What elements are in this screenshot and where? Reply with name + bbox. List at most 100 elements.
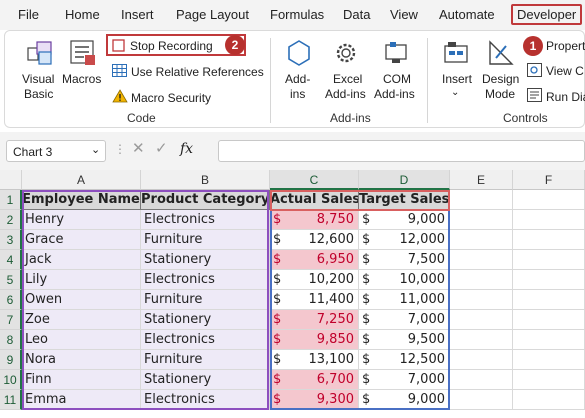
empty-cell[interactable] [513,290,585,310]
actual-sales-cell[interactable]: $9,300 [270,390,359,410]
employee-name-cell[interactable]: Grace [22,230,141,250]
table-header-cell[interactable]: Actual Sales [270,190,359,210]
excel-add-ins-label-1[interactable]: Excel [333,72,362,86]
row-header[interactable]: 10 [0,370,22,390]
relative-references-icon[interactable] [112,64,127,80]
empty-cell[interactable] [450,250,513,270]
row-header[interactable]: 3 [0,230,22,250]
row-header[interactable]: 1 [0,190,22,210]
actual-sales-cell[interactable]: $9,850 [270,330,359,350]
target-sales-cell[interactable]: $10,000 [359,270,450,290]
target-sales-cell[interactable]: $7,500 [359,250,450,270]
stop-recording-button[interactable]: Stop Recording [130,39,213,53]
tab-home[interactable]: Home [65,7,100,22]
product-category-cell[interactable]: Stationery [141,310,270,330]
target-sales-cell[interactable]: $11,000 [359,290,450,310]
formula-input[interactable] [218,140,585,162]
visual-basic-label-1[interactable]: Visual [22,72,54,86]
tab-formulas[interactable]: Formulas [270,7,324,22]
actual-sales-cell[interactable]: $6,950 [270,250,359,270]
visual-basic-icon[interactable] [25,38,55,71]
employee-name-cell[interactable]: Nora [22,350,141,370]
warning-icon[interactable] [112,89,128,106]
product-category-cell[interactable]: Furniture [141,350,270,370]
table-header-cell[interactable]: Target Sales [359,190,450,210]
chevron-down-icon[interactable]: ⌄ [451,86,459,100]
column-header-d[interactable]: D [359,170,450,190]
view-code-button[interactable]: View C [546,64,584,78]
empty-cell[interactable] [513,210,585,230]
view-code-icon[interactable] [527,63,542,80]
product-category-cell[interactable]: Stationery [141,250,270,270]
macros-label[interactable]: Macros [62,72,101,86]
design-mode-icon[interactable] [486,38,516,71]
empty-cell[interactable] [513,190,585,210]
use-relative-references-button[interactable]: Use Relative References [131,65,264,79]
product-category-cell[interactable]: Electronics [141,390,270,410]
employee-name-cell[interactable]: Owen [22,290,141,310]
tab-file[interactable]: File [18,7,39,22]
empty-cell[interactable] [513,250,585,270]
column-header-b[interactable]: B [141,170,270,190]
product-category-cell[interactable]: Electronics [141,270,270,290]
tab-view[interactable]: View [390,7,418,22]
row-header[interactable]: 8 [0,330,22,350]
actual-sales-cell[interactable]: $6,700 [270,370,359,390]
tab-developer[interactable]: Developer [511,4,583,25]
add-ins-icon[interactable] [284,38,314,71]
gear-icon[interactable] [331,38,361,71]
product-category-cell[interactable]: Furniture [141,230,270,250]
actual-sales-cell[interactable]: $7,250 [270,310,359,330]
empty-cell[interactable] [450,350,513,370]
design-mode-label-1[interactable]: Design [482,72,519,86]
empty-cell[interactable] [450,210,513,230]
target-sales-cell[interactable]: $9,000 [359,210,450,230]
actual-sales-cell[interactable]: $13,100 [270,350,359,370]
employee-name-cell[interactable]: Leo [22,330,141,350]
table-header-cell[interactable]: Product Category [141,190,270,210]
column-header-c[interactable]: C [270,170,359,190]
visual-basic-label-2[interactable]: Basic [24,87,53,101]
employee-name-cell[interactable]: Jack [22,250,141,270]
target-sales-cell[interactable]: $9,500 [359,330,450,350]
empty-cell[interactable] [513,230,585,250]
table-header-cell[interactable]: Employee Name [22,190,141,210]
com-add-ins-icon[interactable] [381,38,411,71]
empty-cell[interactable] [450,270,513,290]
row-header[interactable]: 11 [0,390,22,410]
empty-cell[interactable] [450,390,513,410]
employee-name-cell[interactable]: Zoe [22,310,141,330]
tab-data[interactable]: Data [343,7,370,22]
macros-icon[interactable] [68,38,98,71]
empty-cell[interactable] [450,330,513,350]
target-sales-cell[interactable]: $7,000 [359,370,450,390]
name-box[interactable]: Chart 3 ⌄ [6,140,106,162]
add-ins-label-1[interactable]: Add- [285,72,310,86]
macro-security-button[interactable]: Macro Security [131,91,211,105]
insert-function-icon[interactable]: fx [180,142,193,156]
tab-automate[interactable]: Automate [439,7,495,22]
row-header[interactable]: 4 [0,250,22,270]
enter-check-icon[interactable]: ✓ [155,141,168,156]
empty-cell[interactable] [513,370,585,390]
empty-cell[interactable] [450,370,513,390]
tab-page-layout[interactable]: Page Layout [176,7,249,22]
column-header-f[interactable]: F [513,170,585,190]
tab-insert[interactable]: Insert [121,7,154,22]
employee-name-cell[interactable]: Finn [22,370,141,390]
actual-sales-cell[interactable]: $10,200 [270,270,359,290]
empty-cell[interactable] [450,230,513,250]
product-category-cell[interactable]: Stationery [141,370,270,390]
run-dialog-button[interactable]: Run Dia [546,90,585,104]
employee-name-cell[interactable]: Lily [22,270,141,290]
row-header[interactable]: 2 [0,210,22,230]
empty-cell[interactable] [513,270,585,290]
employee-name-cell[interactable]: Emma [22,390,141,410]
target-sales-cell[interactable]: $12,000 [359,230,450,250]
target-sales-cell[interactable]: $9,000 [359,390,450,410]
actual-sales-cell[interactable]: $12,600 [270,230,359,250]
employee-name-cell[interactable]: Henry [22,210,141,230]
more-options-icon[interactable]: ⋮ [114,142,126,156]
row-header[interactable]: 7 [0,310,22,330]
com-add-ins-label-2[interactable]: Add-ins [374,87,415,101]
